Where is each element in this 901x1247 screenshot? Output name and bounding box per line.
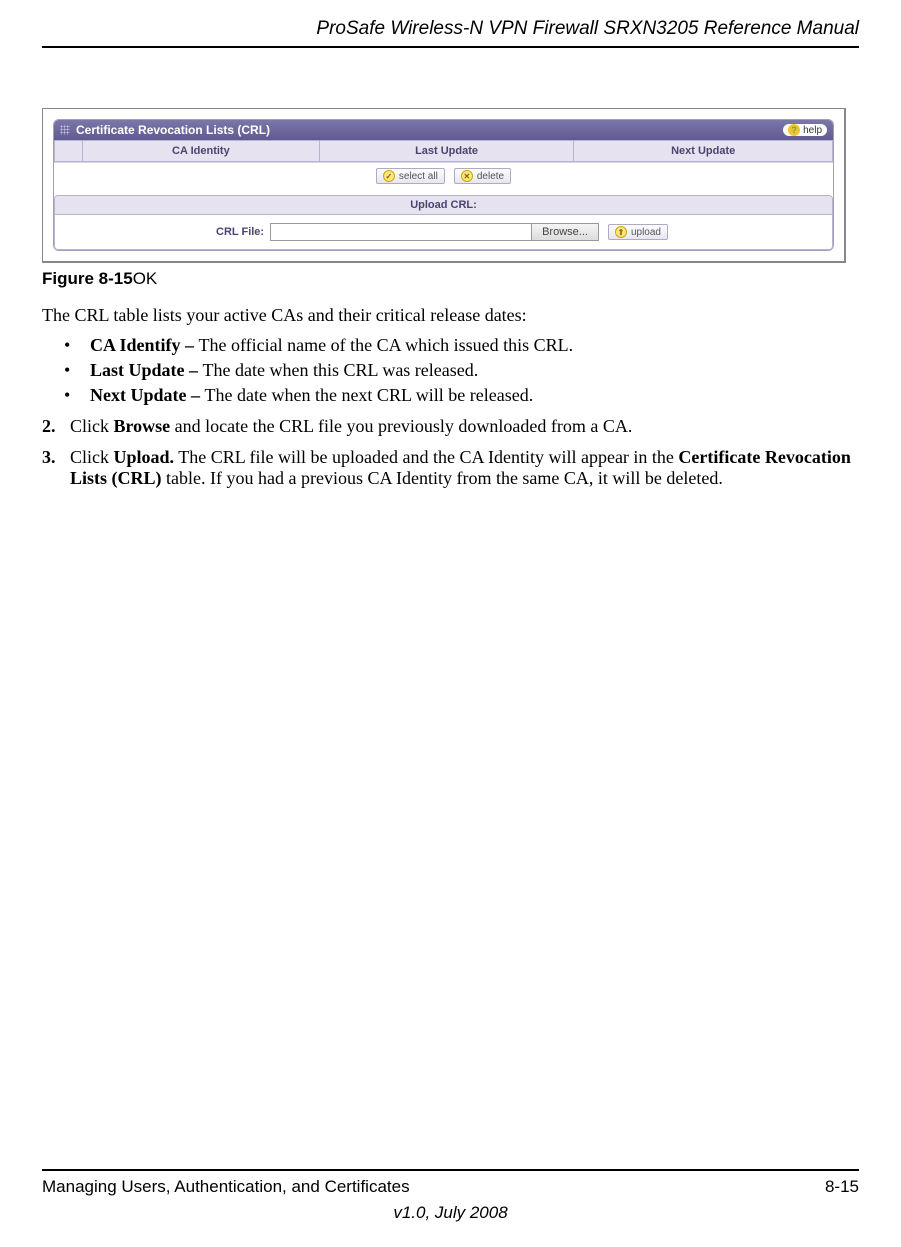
step-2-post: and locate the CRL file you previously d… bbox=[170, 416, 632, 436]
figure-screenshot: Certificate Revocation Lists (CRL) ? hel… bbox=[42, 108, 846, 263]
bullet-list: • CA Identify – The official name of the… bbox=[42, 335, 859, 406]
list-item: • Last Update – The date when this CRL w… bbox=[64, 360, 859, 381]
file-input-group: Browse... bbox=[270, 223, 599, 241]
browse-button[interactable]: Browse... bbox=[531, 224, 598, 240]
crl-table: CA Identity Last Update Next Update bbox=[54, 140, 833, 162]
step-number: 3. bbox=[42, 447, 70, 489]
step-3-bold1: Upload. bbox=[114, 447, 175, 467]
step-2-bold: Browse bbox=[114, 416, 171, 436]
table-action-row: ✓ select all ✕ delete bbox=[54, 162, 833, 189]
panel-title-text: Certificate Revocation Lists (CRL) bbox=[76, 123, 270, 137]
step-number: 2. bbox=[42, 416, 70, 437]
figure-number: Figure 8-15 bbox=[42, 269, 133, 288]
delete-label: delete bbox=[477, 171, 504, 182]
check-icon: ✓ bbox=[383, 170, 395, 182]
col-checkbox bbox=[55, 141, 83, 162]
bullet-icon: • bbox=[64, 385, 90, 406]
upload-icon: ⇑ bbox=[615, 226, 627, 238]
step-3-post: table. If you had a previous CA Identity… bbox=[162, 468, 723, 488]
list-item: • Next Update – The date when the next C… bbox=[64, 385, 859, 406]
footer-version: v1.0, July 2008 bbox=[42, 1203, 859, 1223]
step-2-text: Click Browse and locate the CRL file you… bbox=[70, 416, 632, 437]
page-header-title: ProSafe Wireless-N VPN Firewall SRXN3205… bbox=[42, 18, 859, 46]
numbered-steps: 2. Click Browse and locate the CRL file … bbox=[42, 416, 859, 489]
help-icon: ? bbox=[788, 124, 800, 136]
col-last-update: Last Update bbox=[319, 141, 574, 162]
intro-text: The CRL table lists your active CAs and … bbox=[42, 303, 859, 327]
page-footer: Managing Users, Authentication, and Cert… bbox=[42, 1169, 859, 1223]
bullet-icon: • bbox=[64, 360, 90, 381]
term-last-update: Last Update – bbox=[90, 360, 203, 380]
footer-page-number: 8-15 bbox=[825, 1177, 859, 1197]
crl-panel: Certificate Revocation Lists (CRL) ? hel… bbox=[53, 119, 834, 251]
upload-section: Upload CRL: CRL File: Browse... ⇑ upload bbox=[54, 195, 833, 250]
table-header-row: CA Identity Last Update Next Update bbox=[55, 141, 833, 162]
upload-section-header: Upload CRL: bbox=[55, 196, 832, 215]
step-3: 3. Click Upload. The CRL file will be up… bbox=[42, 447, 859, 489]
bullet-icon: • bbox=[64, 335, 90, 356]
header-rule bbox=[42, 46, 859, 48]
desc-last-update: The date when this CRL was released. bbox=[203, 360, 479, 380]
crl-file-input[interactable] bbox=[271, 224, 531, 240]
desc-ca-identify: The official name of the CA which issued… bbox=[199, 335, 574, 355]
desc-next-update: The date when the next CRL will be relea… bbox=[205, 385, 534, 405]
upload-label: upload bbox=[631, 227, 661, 238]
crl-file-label: CRL File: bbox=[216, 226, 264, 238]
col-ca-identity: CA Identity bbox=[83, 141, 320, 162]
select-all-button[interactable]: ✓ select all bbox=[376, 168, 445, 184]
step-2-pre: Click bbox=[70, 416, 114, 436]
upload-button[interactable]: ⇑ upload bbox=[608, 224, 668, 240]
panel-titlebar: Certificate Revocation Lists (CRL) ? hel… bbox=[54, 120, 833, 140]
step-3-pre: Click bbox=[70, 447, 114, 467]
step-3-text: Click Upload. The CRL file will be uploa… bbox=[70, 447, 859, 489]
delete-button[interactable]: ✕ delete bbox=[454, 168, 511, 184]
delete-icon: ✕ bbox=[461, 170, 473, 182]
figure-suffix: OK bbox=[133, 269, 158, 288]
step-3-mid: The CRL file will be uploaded and the CA… bbox=[174, 447, 678, 467]
step-2: 2. Click Browse and locate the CRL file … bbox=[42, 416, 859, 437]
upload-section-body: CRL File: Browse... ⇑ upload bbox=[55, 215, 832, 249]
term-next-update: Next Update – bbox=[90, 385, 205, 405]
help-label: help bbox=[803, 125, 822, 136]
figure-caption: Figure 8-15OK bbox=[42, 269, 859, 289]
list-item: • CA Identify – The official name of the… bbox=[64, 335, 859, 356]
grip-icon bbox=[60, 125, 70, 135]
select-all-label: select all bbox=[399, 171, 438, 182]
footer-chapter: Managing Users, Authentication, and Cert… bbox=[42, 1177, 410, 1197]
term-ca-identify: CA Identify – bbox=[90, 335, 199, 355]
col-next-update: Next Update bbox=[574, 141, 833, 162]
help-button[interactable]: ? help bbox=[783, 124, 827, 136]
